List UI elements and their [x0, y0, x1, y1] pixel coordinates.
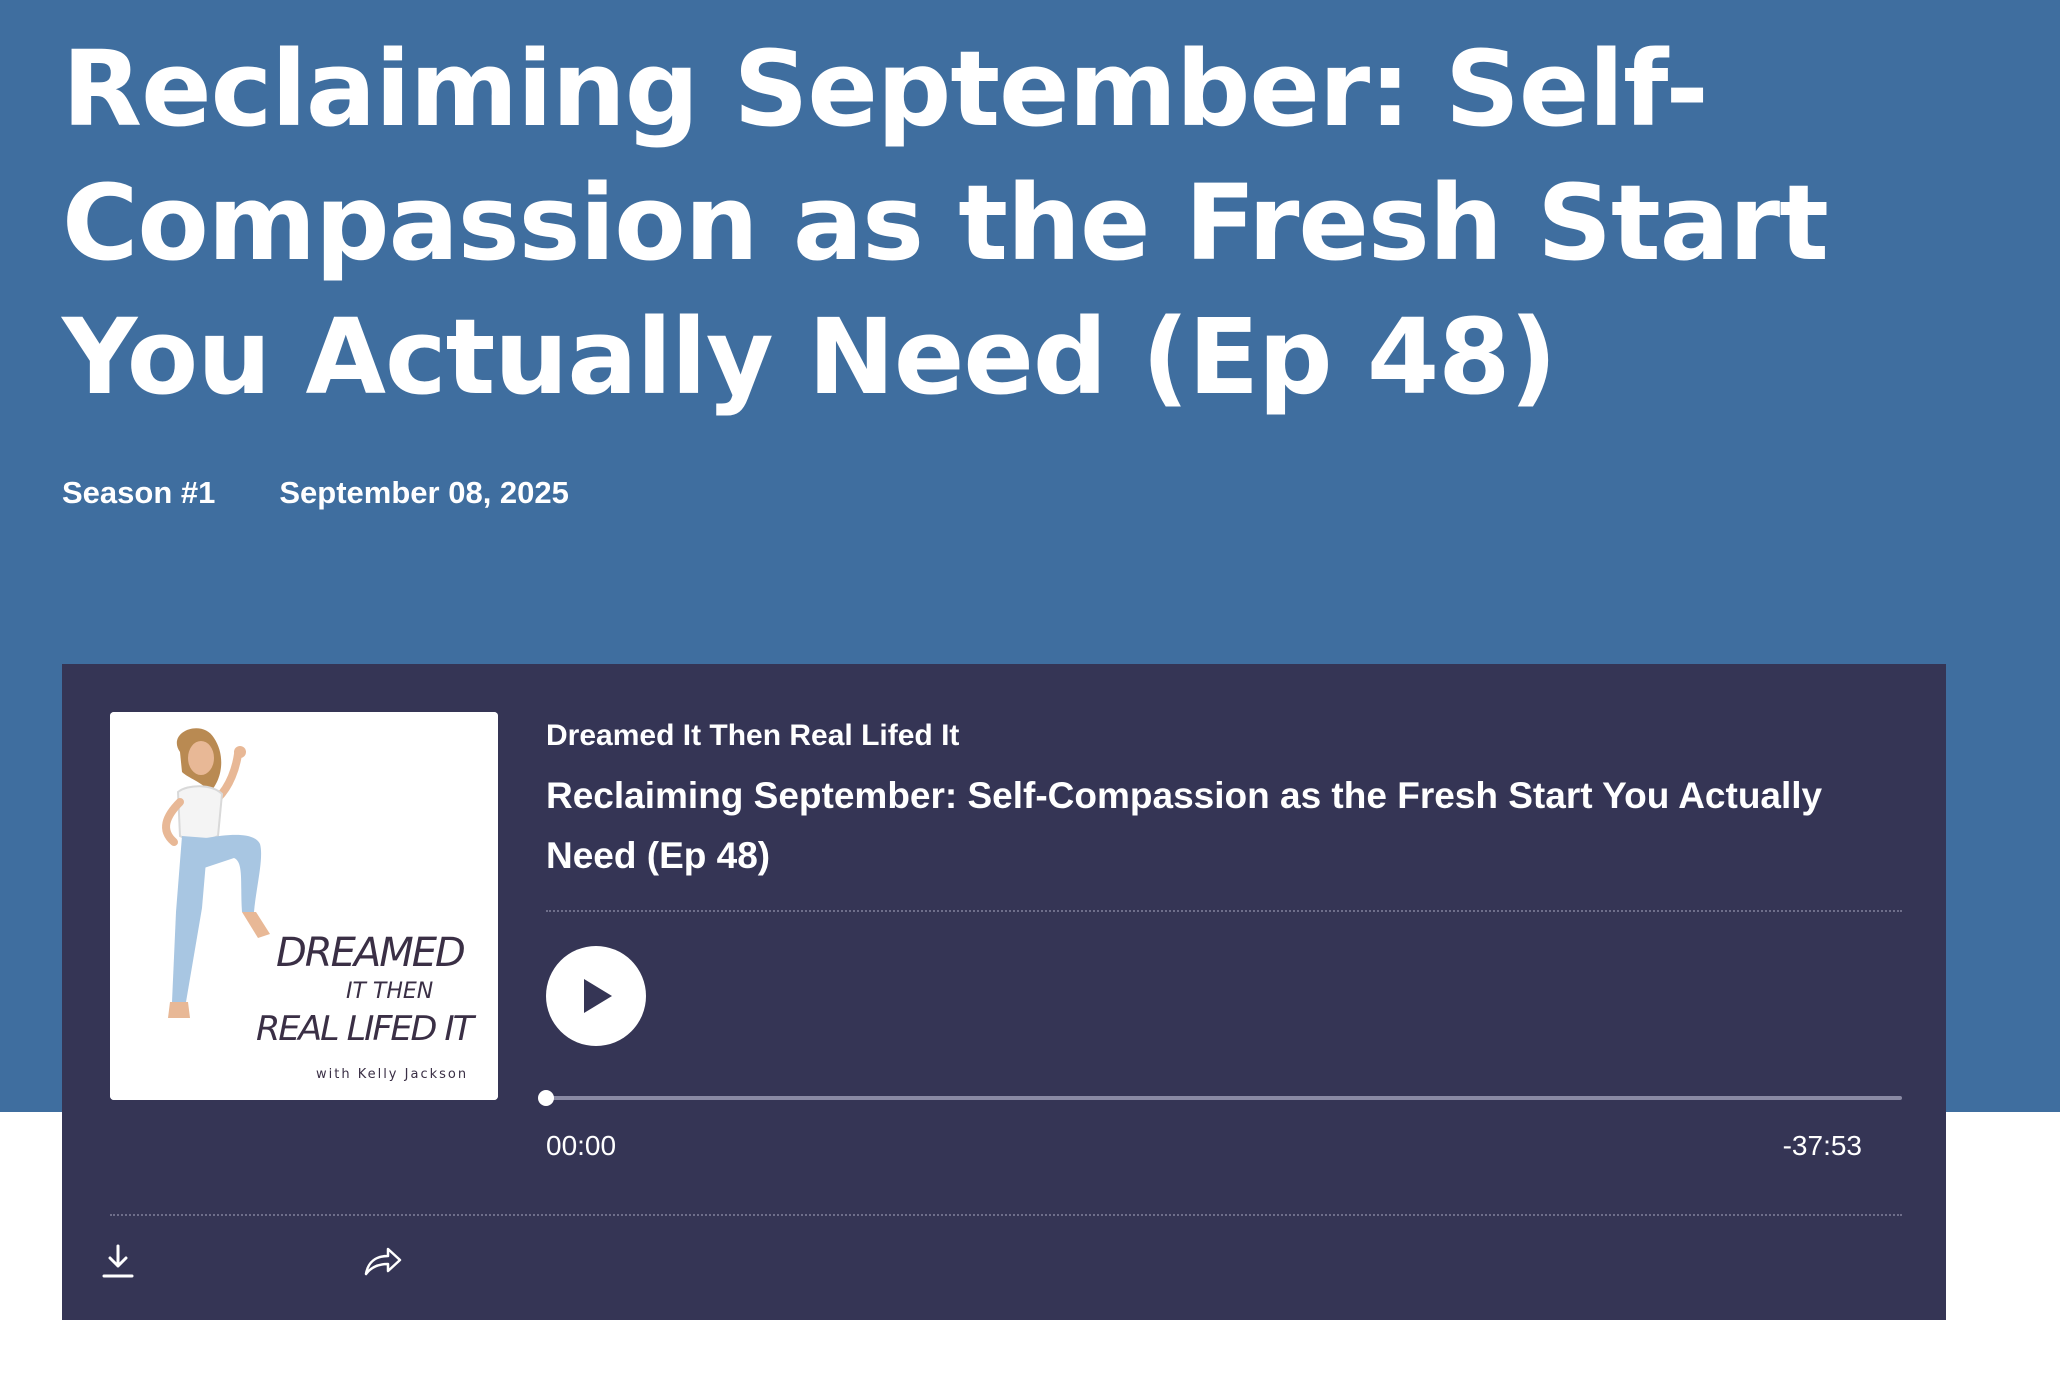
cover-art-image: DREAMED IT THEN REAL LIFED IT with Kelly… [110, 712, 498, 1100]
progress-track [546, 1096, 1902, 1100]
player-info: Dreamed It Then Real Lifed It Reclaiming… [546, 716, 1902, 886]
cover-byline: with Kelly Jackson [316, 1067, 468, 1082]
share-icon [364, 1247, 402, 1276]
player-episode-title: Reclaiming September: Self-Compassion as… [546, 775, 1823, 876]
episode-meta: Season #1 September 08, 2025 [62, 475, 569, 511]
play-icon [584, 979, 612, 1013]
page-title: Reclaiming September: Self-Compassion as… [62, 28, 1829, 418]
cover-title-line2: IT THEN [346, 979, 433, 1004]
elapsed-time: 00:00 [546, 1130, 617, 1161]
share-button[interactable] [358, 1238, 406, 1286]
podcast-player: DREAMED IT THEN REAL LIFED IT with Kelly… [62, 664, 1946, 1320]
title-divider [546, 910, 1902, 912]
remaining-time: -37:53 [1782, 1130, 1862, 1161]
progress-bar[interactable] [538, 1088, 1902, 1108]
play-button[interactable] [546, 946, 646, 1046]
download-icon [102, 1244, 134, 1278]
publish-date: September 08, 2025 [279, 475, 569, 510]
show-name: Dreamed It Then Real Lifed It [546, 719, 960, 752]
podcast-cover-art: DREAMED IT THEN REAL LIFED IT with Kelly… [110, 712, 498, 1100]
episode-page: Reclaiming September: Self-Compassion as… [0, 0, 2060, 1376]
cover-title-line1: DREAMED [276, 930, 464, 976]
progress-handle[interactable] [538, 1090, 554, 1106]
season-label: Season #1 [62, 475, 216, 510]
actions-divider [110, 1214, 1902, 1216]
cover-title-line3: REAL LIFED IT [256, 1009, 476, 1049]
download-button[interactable] [96, 1238, 144, 1286]
